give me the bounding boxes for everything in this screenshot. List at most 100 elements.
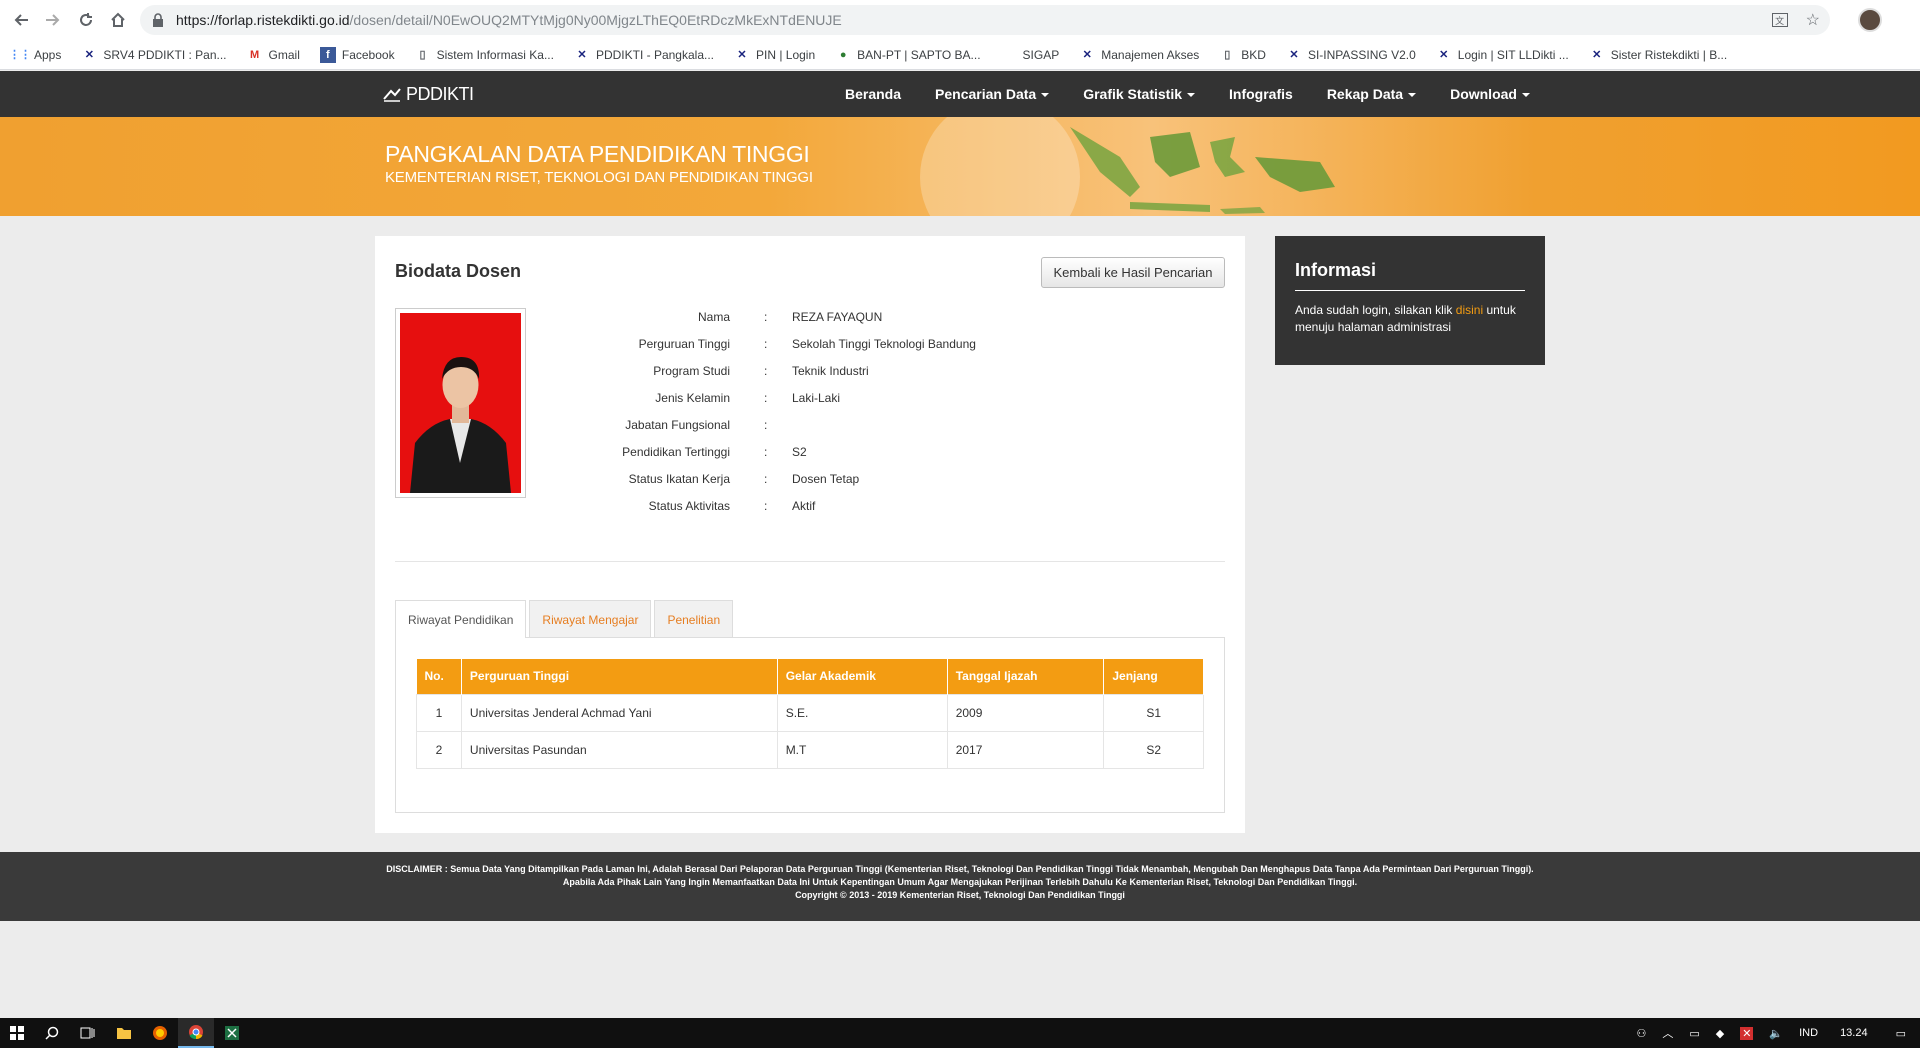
colon: : <box>764 472 768 486</box>
antivirus-icon[interactable]: ✕ <box>1740 1026 1754 1040</box>
people-icon[interactable]: ⚇ <box>1636 1027 1646 1040</box>
colon: : <box>764 364 768 378</box>
search-icon[interactable] <box>34 1018 70 1048</box>
back-to-results-button[interactable]: Kembali ke Hasil Pencarian <box>1041 257 1225 288</box>
indonesia-map-graphic <box>1070 127 1335 214</box>
biodata-row: Jabatan Fungsional: <box>375 418 1245 438</box>
bookmark-item[interactable]: M Gmail <box>247 47 300 63</box>
reload-icon[interactable] <box>72 6 100 34</box>
bookmark-item[interactable]: f Facebook <box>319 46 395 63</box>
nav-item-infografis[interactable]: Infografis <box>1229 86 1293 102</box>
forward-arrow-icon[interactable] <box>38 6 66 34</box>
bookmark-item[interactable]: ✕ Manajemen Akses <box>1079 47 1200 63</box>
column-header[interactable]: Tanggal Ijazah <box>947 659 1105 694</box>
biodata-row: Status Ikatan Kerja: Dosen Tetap <box>375 472 1245 492</box>
info-panel: Informasi Anda sudah login, silakan klik… <box>1275 236 1545 365</box>
lock-icon <box>153 13 163 27</box>
task-view-icon[interactable] <box>70 1018 106 1048</box>
column-header[interactable]: No. <box>416 659 462 694</box>
file-explorer-icon[interactable] <box>106 1018 142 1048</box>
bookmark-label: Facebook <box>341 47 395 62</box>
nav-item-pencarian-data[interactable]: Pencarian Data <box>935 86 1050 102</box>
colon: : <box>764 445 768 459</box>
biodata-label: Jenis Kelamin <box>655 391 730 405</box>
nav-item-rekap-data[interactable]: Rekap Data <box>1326 86 1417 102</box>
bookmark-item[interactable]: ✕ PIN | Login <box>734 47 815 63</box>
page-title: Biodata Dosen <box>395 261 522 281</box>
nav-item-label: Grafik Statistik <box>1083 86 1183 102</box>
biodata-label: Program Studi <box>653 364 730 378</box>
bookmark-label: Gmail <box>268 47 300 62</box>
nav-item-grafik-statistik[interactable]: Grafik Statistik <box>1083 86 1196 102</box>
caret-down-icon <box>1408 93 1417 98</box>
bookmark-item[interactable]: ✕ Login | SIT LLDikti ... <box>1436 47 1569 63</box>
bookmark-label: SIGAP <box>1022 47 1060 62</box>
bookmark-item[interactable]: ✕ SRV4 PDDIKTI : Pan... <box>81 47 227 63</box>
column-header[interactable]: Jenjang <box>1103 659 1204 694</box>
biodata-value: Aktif <box>792 499 816 513</box>
network-icon[interactable]: ▭ <box>1689 1027 1699 1040</box>
logo-text: PDDIKTI <box>406 84 474 104</box>
copyright: Copyright © 2013 - 2019 Kementerian Rise… <box>795 890 1125 900</box>
excel-icon[interactable] <box>214 1018 250 1048</box>
tab-penelitian[interactable]: Penelitian <box>654 600 734 638</box>
dropbox-icon[interactable]: ◆ <box>1716 1027 1724 1040</box>
bookmark-item[interactable]: ✕ Sister Ristekdikti | B... <box>1589 47 1727 63</box>
bookmark-item[interactable]: ● BAN-PT | SAPTO BA... <box>835 47 981 63</box>
caret-down-icon <box>1041 93 1050 98</box>
bookmark-label: Sistem Informasi Ka... <box>436 47 554 62</box>
table-cell: M.T <box>776 730 948 769</box>
notification-icon[interactable]: ▭ <box>1896 1027 1906 1040</box>
banner-subtitle: KEMENTERIAN RISET, TEKNOLOGI DAN PENDIDI… <box>385 169 813 186</box>
pddikti-logo[interactable]: PDDIKTI <box>382 84 474 105</box>
bookmark-item[interactable]: ▯ BKD <box>1219 47 1266 63</box>
chrome-icon[interactable] <box>178 1018 214 1048</box>
bookmark-item[interactable]: SIGAP <box>1001 47 1060 63</box>
clock[interactable]: 13.24 <box>1840 1027 1868 1039</box>
nav-item-label: Beranda <box>845 86 902 102</box>
windows-start-icon[interactable] <box>0 1018 34 1048</box>
bookmark-label: BKD <box>1241 47 1266 62</box>
column-header[interactable]: Perguruan Tinggi <box>461 659 778 694</box>
caret-down-icon <box>1521 93 1530 98</box>
tab-riwayat-pendidikan[interactable]: Riwayat Pendidikan <box>395 600 527 638</box>
biodata-row: Perguruan Tinggi: Sekolah Tinggi Teknolog… <box>375 337 1245 357</box>
biodata-label: Nama <box>697 310 730 324</box>
address-bar[interactable]: https://forlap.ristekdikti.go.id/dosen/d… <box>140 5 1830 35</box>
facebook-icon: f <box>319 46 336 63</box>
bookmark-label: SI-INPASSING V2.0 <box>1307 47 1416 62</box>
back-arrow-icon[interactable] <box>8 6 36 34</box>
windows-taskbar: ⚇ ︿ ▭ ◆ ✕ 🔈 IND 13.24 ▭ <box>0 1018 1920 1048</box>
pddikti-icon: ✕ <box>1082 49 1092 61</box>
header-banner: PANGKALAN DATA PENDIDIKAN TINGGI KEMENTE… <box>0 117 1920 216</box>
bookmark-label: SRV4 PDDIKTI : Pan... <box>103 47 227 62</box>
bookmark-item[interactable]: ✕ PDDIKTI - Pangkala... <box>574 47 714 63</box>
table-cell: Universitas Pasundan <box>460 730 778 769</box>
translate-icon[interactable]: 文 <box>1771 13 1788 27</box>
table-cell: S2 <box>1103 730 1204 769</box>
bookmark-item[interactable]: ▯ Sistem Informasi Ka... <box>415 47 554 63</box>
chevron-up-icon[interactable]: ︿ <box>1662 1025 1673 1041</box>
column-header[interactable]: Gelar Akademik <box>777 659 948 694</box>
tab-riwayat-mengajar[interactable]: Riwayat Mengajar <box>529 600 652 638</box>
nav-item-beranda[interactable]: Beranda <box>845 86 901 102</box>
biodata-value: REZA FAYAQUN <box>792 310 883 324</box>
biodata-label: Status Ikatan Kerja <box>628 472 730 486</box>
nav-item-label: Rekap Data <box>1326 86 1404 102</box>
star-icon[interactable]: ☆ <box>1806 10 1820 30</box>
biodata-row: Status Aktivitas: Aktif <box>375 499 1245 519</box>
nav-item-download[interactable]: Download <box>1450 86 1530 102</box>
bookmark-item[interactable]: ✕ SI-INPASSING V2.0 <box>1286 47 1416 63</box>
bookmark-item[interactable]: ⋮⋮ Apps <box>9 47 61 63</box>
volume-icon[interactable]: 🔈 <box>1769 1027 1783 1040</box>
main-menu: Beranda Pencarian Data Grafik Statistik Inf… <box>845 71 1564 117</box>
home-icon[interactable] <box>104 6 132 34</box>
profile-avatar[interactable] <box>1858 8 1882 32</box>
nav-item-label: Infografis <box>1229 86 1293 102</box>
logo-icon <box>383 87 401 102</box>
admin-link[interactable]: disini <box>1456 303 1483 317</box>
table-cell: S.E. <box>776 693 948 732</box>
firefox-icon[interactable] <box>142 1018 178 1048</box>
language-indicator[interactable]: IND <box>1799 1027 1818 1039</box>
gmail-icon: M <box>249 48 260 61</box>
